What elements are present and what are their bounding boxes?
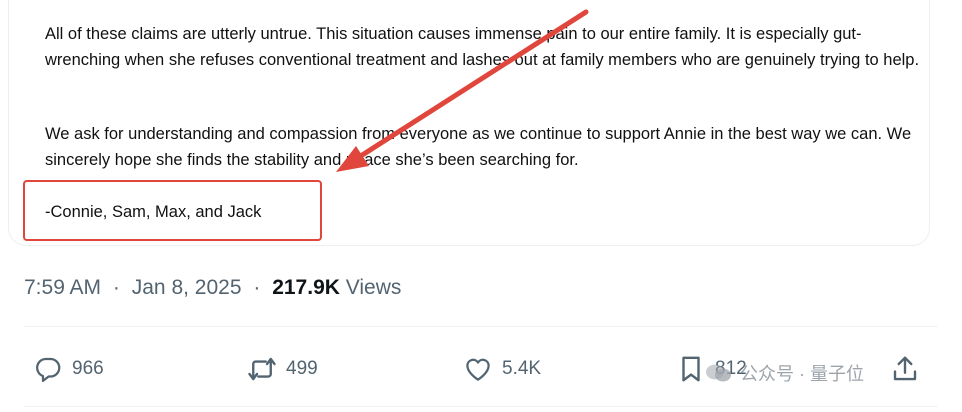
retweet-icon — [248, 357, 276, 381]
reply-button[interactable]: 966 — [33, 352, 104, 386]
meta-separator: · — [112, 276, 120, 299]
meta-separator: · — [253, 276, 261, 299]
divider — [24, 326, 938, 327]
like-count: 5.4K — [502, 358, 542, 379]
repost-count: 499 — [286, 358, 318, 379]
signature-highlight-box — [23, 180, 322, 241]
share-button[interactable] — [890, 352, 929, 386]
reply-count: 966 — [72, 358, 104, 379]
share-icon — [893, 356, 917, 381]
watermark-text: 公众号 · 量子位 — [740, 364, 864, 384]
like-button[interactable]: 5.4K — [463, 352, 541, 386]
statement-paragraph-2: We ask for understanding and compassion … — [45, 125, 912, 169]
repost-button[interactable]: 499 — [247, 352, 318, 386]
reply-icon — [36, 357, 61, 382]
views-label: Views — [345, 276, 402, 299]
tweet-meta: 7:59 AM · Jan 8, 2025 · 217.9K Views — [24, 276, 401, 300]
tweet-time[interactable]: 7:59 AM — [24, 276, 101, 299]
statement-paragraph-1: All of these claims are utterly untrue. … — [45, 25, 920, 69]
heart-icon — [466, 358, 490, 381]
wechat-logo-icon — [706, 364, 731, 382]
watermark: 公众号 · 量子位 — [704, 359, 864, 387]
tweet-date[interactable]: Jan 8, 2025 — [132, 276, 242, 299]
views-count[interactable]: 217.9K — [272, 276, 340, 299]
divider — [24, 406, 938, 407]
bookmark-icon — [682, 356, 700, 382]
